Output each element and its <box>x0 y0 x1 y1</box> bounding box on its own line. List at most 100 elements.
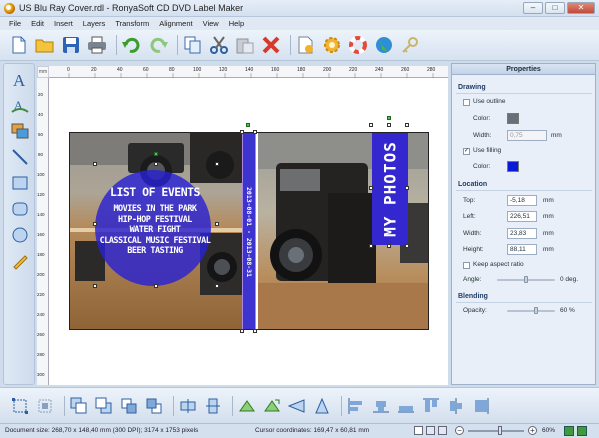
single-page-view-icon[interactable] <box>414 426 423 435</box>
zoom-slider[interactable] <box>468 430 524 432</box>
menu-insert[interactable]: Insert <box>49 17 78 30</box>
rotate-right-icon[interactable] <box>262 396 282 416</box>
ellipse-tool-icon[interactable] <box>9 224 31 246</box>
resize-handle[interactable] <box>369 244 373 248</box>
resize-handle[interactable] <box>154 284 158 288</box>
menu-edit[interactable]: Edit <box>26 17 49 30</box>
events-text[interactable]: LIST OF EVENTS MOVIES IN THE PARK HIP-HO… <box>94 185 216 257</box>
menu-alignment[interactable]: Alignment <box>154 17 197 30</box>
resize-handle[interactable] <box>387 244 391 248</box>
resize-handle[interactable] <box>215 222 219 226</box>
properties-icon[interactable] <box>295 34 317 56</box>
paste-icon[interactable] <box>234 34 256 56</box>
menu-transform[interactable]: Transform <box>110 17 154 30</box>
align-right-icon[interactable] <box>396 396 416 416</box>
resize-handle[interactable] <box>93 162 97 166</box>
pencil-tool-icon[interactable] <box>9 250 31 272</box>
zoom-out-icon[interactable]: − <box>455 426 464 435</box>
left-input[interactable]: 226,51 <box>507 211 537 222</box>
spine-date-text[interactable]: 2013-08-01 - 2013-08-31 <box>245 187 253 277</box>
use-filling-checkbox[interactable]: ✓ <box>463 148 470 155</box>
resize-handle[interactable] <box>405 244 409 248</box>
menu-help[interactable]: Help <box>224 17 249 30</box>
fit-page-icon[interactable] <box>10 396 30 416</box>
maximize-button[interactable]: □ <box>545 2 565 14</box>
rotate-handle[interactable] <box>387 116 391 120</box>
cover-title-text[interactable]: MY PHOTOS <box>381 141 400 237</box>
resize-handle[interactable] <box>215 284 219 288</box>
copy-icon[interactable] <box>182 34 204 56</box>
delete-icon[interactable] <box>260 34 282 56</box>
flip-vertical-icon[interactable] <box>203 396 223 416</box>
opacity-slider[interactable] <box>507 310 555 312</box>
grid-view-icon[interactable] <box>426 426 435 435</box>
image-tool-icon[interactable] <box>9 120 31 142</box>
minimize-button[interactable]: – <box>523 2 543 14</box>
use-outline-checkbox[interactable] <box>463 99 470 106</box>
bring-forward-icon[interactable] <box>119 396 139 416</box>
keep-aspect-checkbox[interactable] <box>463 262 470 269</box>
width-input[interactable]: 23,83 <box>507 228 537 239</box>
resize-handle[interactable] <box>405 123 409 127</box>
skew-left-icon[interactable] <box>287 396 307 416</box>
outline-color-swatch[interactable] <box>507 113 519 124</box>
new-icon[interactable] <box>8 34 30 56</box>
fit-selection-icon[interactable] <box>35 396 55 416</box>
align-middle-icon[interactable] <box>446 396 466 416</box>
height-input[interactable]: 88,11 <box>507 244 537 255</box>
resize-handle[interactable] <box>93 284 97 288</box>
opacity-slider-thumb[interactable] <box>533 307 538 314</box>
close-button[interactable]: ✕ <box>567 2 595 14</box>
outline-width-input[interactable]: 0,75 <box>507 130 547 141</box>
send-backward-icon[interactable] <box>144 396 164 416</box>
resize-handle[interactable] <box>253 329 257 333</box>
curved-text-tool-icon[interactable]: A <box>9 94 31 116</box>
angle-slider-thumb[interactable] <box>524 276 528 283</box>
rotate-handle[interactable] <box>246 123 250 127</box>
line-tool-icon[interactable] <box>9 146 31 168</box>
resize-handle[interactable] <box>215 162 219 166</box>
fit-view-icon[interactable] <box>438 426 447 435</box>
menu-layers[interactable]: Layers <box>78 17 111 30</box>
save-icon[interactable] <box>60 34 82 56</box>
resize-handle[interactable] <box>369 123 373 127</box>
align-bottom-icon[interactable] <box>471 396 491 416</box>
open-icon[interactable] <box>34 34 56 56</box>
rotate-handle[interactable] <box>154 152 158 156</box>
cover-label[interactable]: LIST OF EVENTS MOVIES IN THE PARK HIP-HO… <box>69 132 429 330</box>
resize-handle[interactable] <box>405 186 409 190</box>
redo-icon[interactable] <box>147 34 169 56</box>
zoom-in-icon[interactable]: + <box>528 426 537 435</box>
resize-handle[interactable] <box>253 130 257 134</box>
align-left-icon[interactable] <box>346 396 366 416</box>
resize-handle[interactable] <box>93 222 97 226</box>
rounded-rectangle-tool-icon[interactable] <box>9 198 31 220</box>
align-top-icon[interactable] <box>421 396 441 416</box>
key-icon[interactable] <box>399 34 421 56</box>
undo-icon[interactable] <box>121 34 143 56</box>
help-icon[interactable] <box>347 34 369 56</box>
settings-icon[interactable] <box>321 34 343 56</box>
zoom-actual-icon[interactable] <box>577 426 587 436</box>
resize-handle[interactable] <box>240 329 244 333</box>
rotate-left-icon[interactable] <box>237 396 257 416</box>
print-icon[interactable] <box>86 34 108 56</box>
cut-icon[interactable] <box>208 34 230 56</box>
resize-handle[interactable] <box>154 162 158 166</box>
resize-handle[interactable] <box>369 186 373 190</box>
menu-view[interactable]: View <box>198 17 224 30</box>
menu-file[interactable]: File <box>4 17 26 30</box>
zoom-fit-icon[interactable] <box>564 426 574 436</box>
rectangle-tool-icon[interactable] <box>9 172 31 194</box>
zoom-slider-thumb[interactable] <box>497 426 502 435</box>
text-tool-icon[interactable]: A <box>9 68 31 90</box>
skew-right-icon[interactable] <box>312 396 332 416</box>
top-input[interactable]: -5,18 <box>507 195 537 206</box>
resize-handle[interactable] <box>240 130 244 134</box>
bring-front-icon[interactable] <box>69 396 89 416</box>
web-icon[interactable] <box>373 34 395 56</box>
send-back-icon[interactable] <box>94 396 114 416</box>
align-center-icon[interactable] <box>371 396 391 416</box>
resize-handle[interactable] <box>387 123 391 127</box>
flip-horizontal-icon[interactable] <box>178 396 198 416</box>
